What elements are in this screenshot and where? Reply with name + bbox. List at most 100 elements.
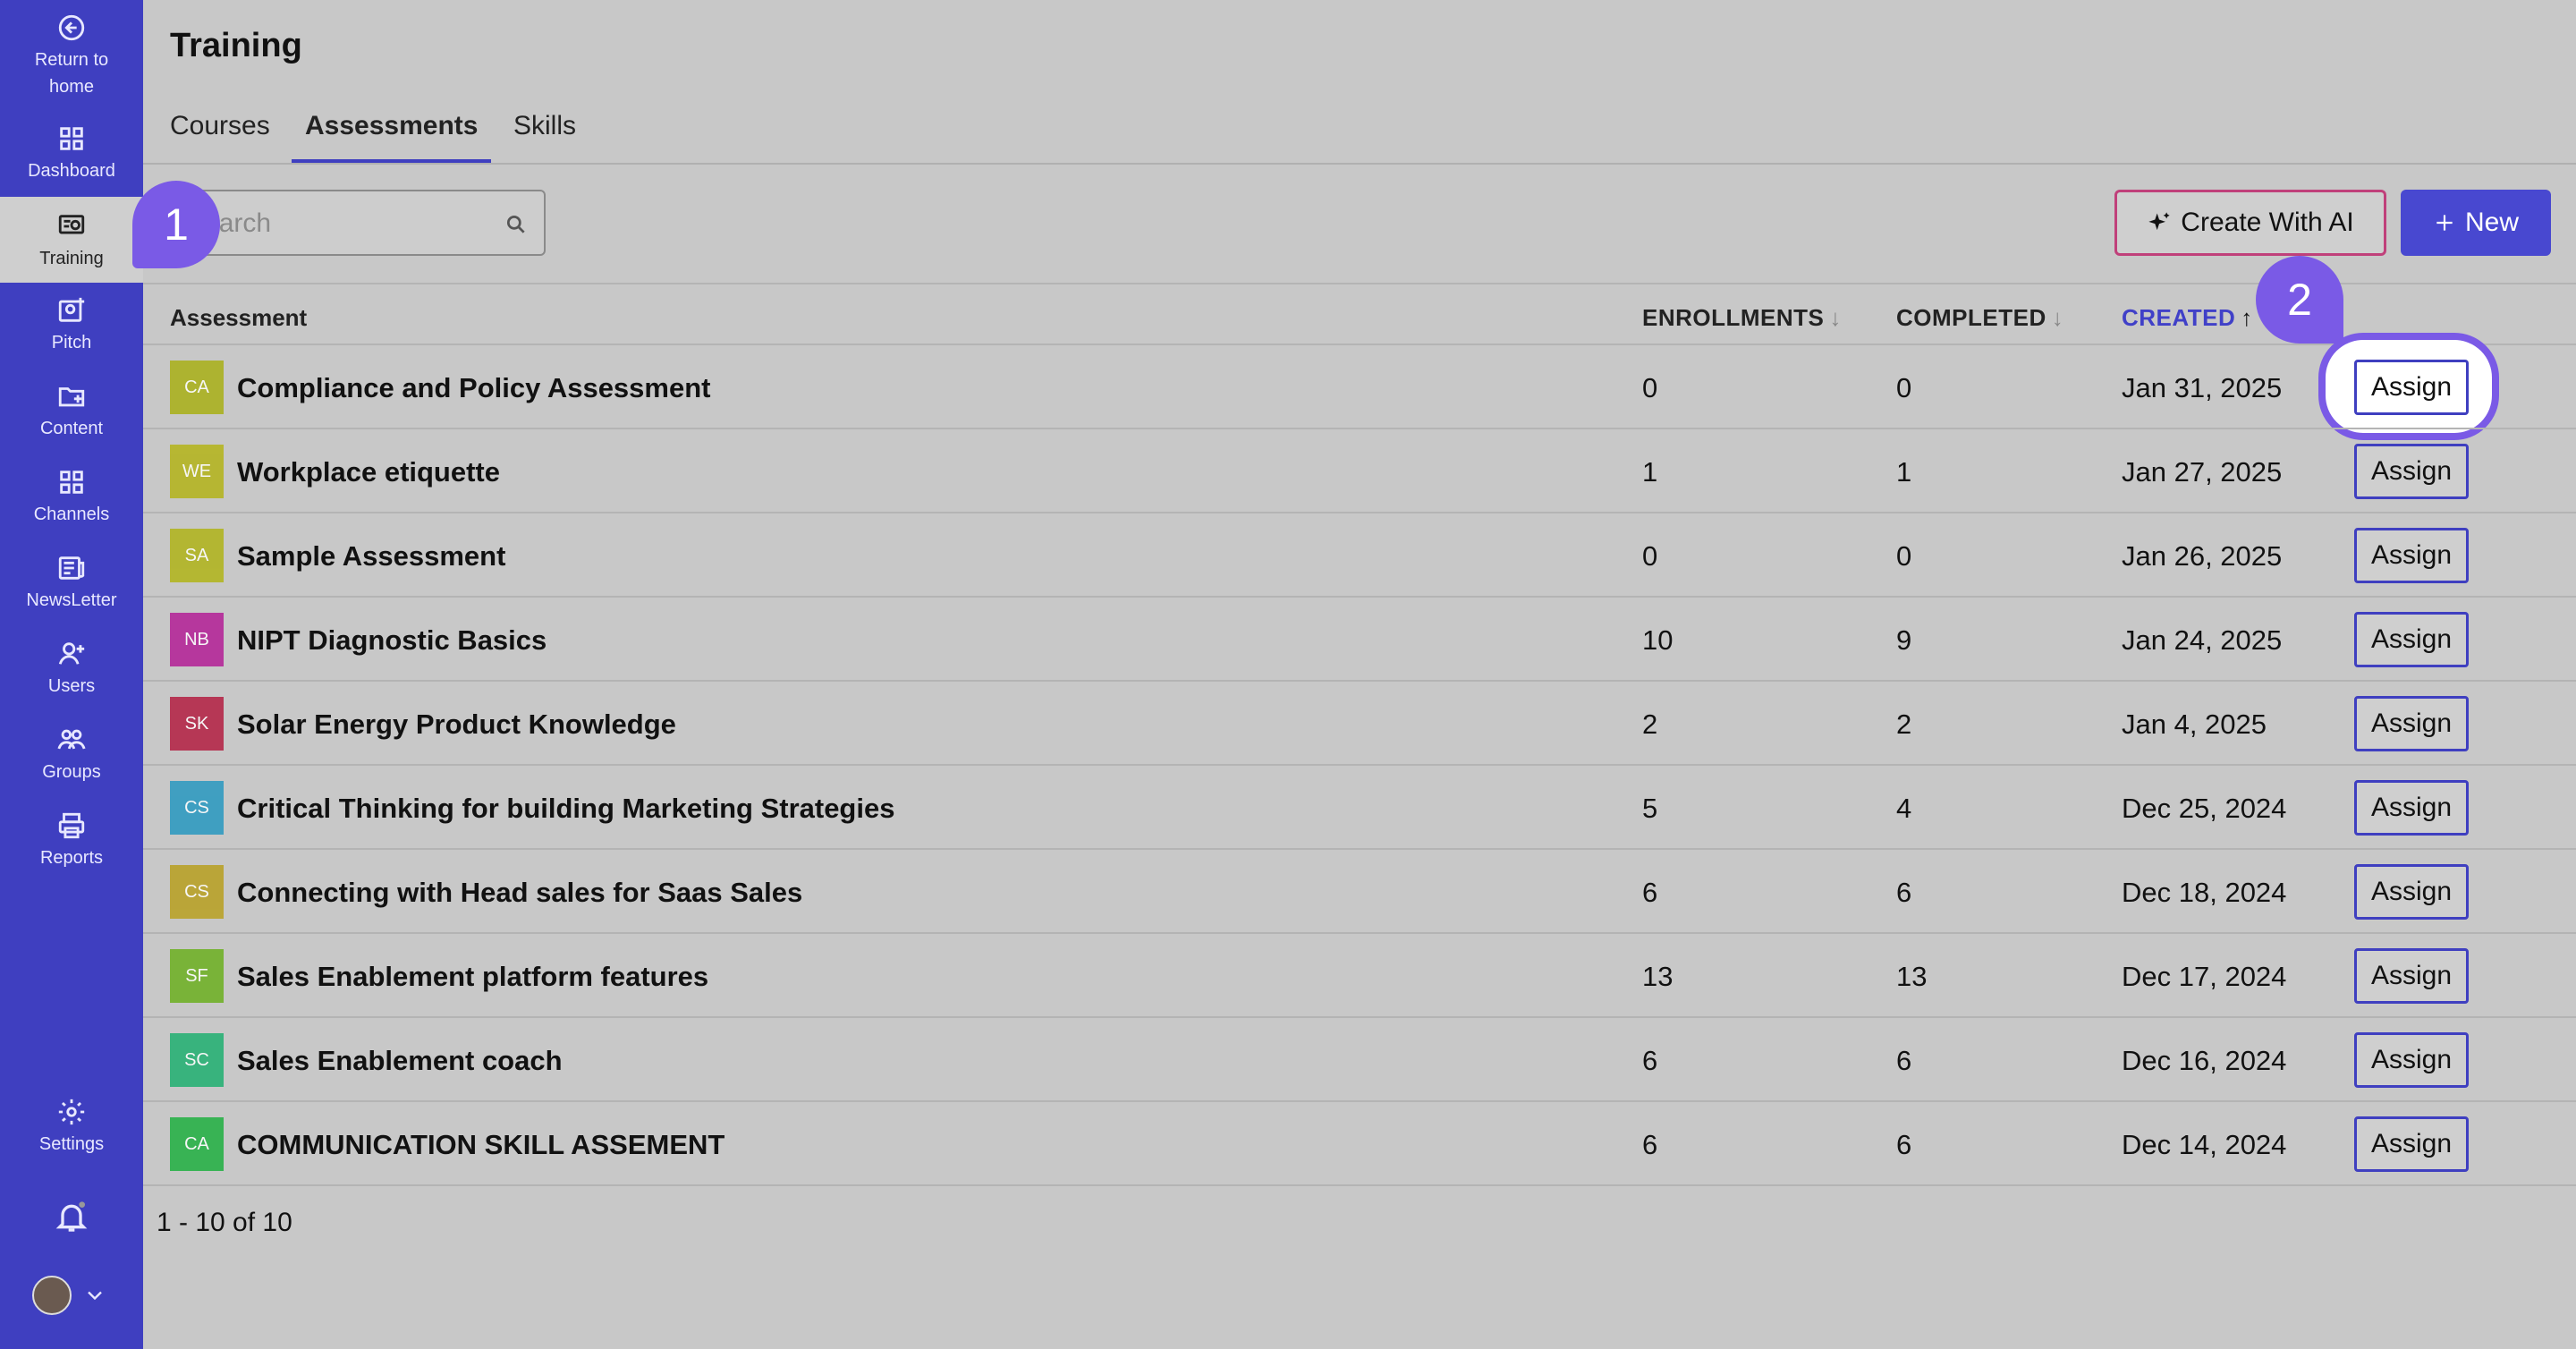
tab-skills[interactable]: Skills	[513, 111, 576, 163]
completed-count: 0	[1896, 372, 1912, 403]
assign-button[interactable]: Assign	[2354, 780, 2469, 836]
table-row[interactable]: SK Solar Energy Product Knowledge 2 2 Jan 4,…	[143, 682, 2576, 766]
assign-button[interactable]: Assign	[2354, 528, 2469, 583]
created-date: Jan 24, 2025	[2122, 624, 2283, 656]
user-plus-icon	[58, 642, 85, 665]
enrollments-count: 6	[1642, 877, 1658, 908]
avatar	[32, 1276, 72, 1315]
enrollments-count: 10	[1642, 624, 1674, 656]
sidebar-item-return-home[interactable]: Return to home	[0, 13, 143, 102]
created-date: Jan 27, 2025	[2122, 456, 2283, 488]
column-header-label: COMPLETED	[1896, 304, 2046, 331]
column-header-enrollments[interactable]: ENROLLMENTS ↓	[1642, 304, 1842, 332]
sidebar-item-label: Groups	[42, 762, 101, 782]
completed-count: 9	[1896, 624, 1912, 656]
tab-courses[interactable]: Courses	[170, 111, 270, 163]
enrollments-count: 5	[1642, 793, 1658, 824]
printer-icon	[58, 812, 85, 839]
grid-icon	[60, 127, 83, 150]
assessment-name[interactable]: Sales Enablement coach	[237, 1045, 563, 1077]
sidebar-item-settings[interactable]: Settings	[0, 1097, 143, 1168]
sidebar-item-training[interactable]: Training	[0, 197, 143, 283]
page-title: Training	[170, 27, 302, 64]
table-row[interactable]: CA COMMUNICATION SKILL ASSEMENT 6 6 Dec 14, …	[143, 1102, 2576, 1186]
tab-assessments[interactable]: Assessments	[292, 111, 492, 163]
training-icon	[58, 215, 85, 234]
assessment-badge: NB	[170, 613, 224, 666]
sort-arrow-icon: ↓	[2051, 304, 2064, 331]
sidebar-item-label: Return to home	[34, 50, 109, 97]
created-date: Jan 31, 2025	[2122, 372, 2283, 403]
notifications-button[interactable]	[0, 1199, 143, 1252]
assessment-name[interactable]: Compliance and Policy Assessment	[237, 372, 710, 404]
table-row[interactable]: NB NIPT Diagnostic Basics 10 9 Jan 24, 2025 A…	[143, 598, 2576, 682]
created-date: Dec 14, 2024	[2122, 1129, 2287, 1160]
assign-button[interactable]: Assign	[2354, 948, 2469, 1004]
chevron-down-icon	[88, 1291, 102, 1301]
create-with-ai-label: Create With AI	[2181, 208, 2354, 237]
table-row[interactable]: WE Workplace etiquette 1 1 Jan 27, 2025 Assig…	[143, 429, 2576, 513]
created-date: Dec 16, 2024	[2122, 1045, 2287, 1076]
column-header-completed[interactable]: COMPLETED ↓	[1896, 304, 2063, 332]
assign-button[interactable]: Assign	[2354, 1032, 2469, 1088]
arrow-left-circle-icon	[58, 14, 85, 41]
assessment-name[interactable]: NIPT Diagnostic Basics	[237, 624, 547, 657]
sidebar-item-reports[interactable]: Reports	[0, 810, 143, 882]
pitch-icon	[58, 297, 85, 322]
enrollments-count: 13	[1642, 961, 1674, 992]
sidebar-item-users[interactable]: Users	[0, 639, 143, 710]
assign-button[interactable]: Assign	[2354, 360, 2469, 415]
create-with-ai-button[interactable]: Create With AI	[2114, 190, 2386, 256]
table-row[interactable]: CS Connecting with Head sales for Saas Sa…	[143, 850, 2576, 934]
completed-count: 6	[1896, 1045, 1912, 1076]
user-menu[interactable]	[32, 1276, 107, 1315]
assessment-name[interactable]: Sales Enablement platform features	[237, 961, 708, 993]
created-date: Dec 18, 2024	[2122, 877, 2287, 908]
new-label: New	[2464, 208, 2519, 237]
sidebar-item-label: Training	[39, 249, 104, 268]
enrollments-count: 6	[1642, 1045, 1658, 1076]
sidebar-item-groups[interactable]: Groups	[0, 725, 143, 796]
table-row[interactable]: SASample Assessment00Jan 26, 2025Assign⋯	[143, 513, 2576, 598]
tab-bar: Courses Assessments Skills	[143, 93, 2576, 165]
table-row[interactable]: CA Compliance and Policy Assessment 0 0 Jan …	[143, 345, 2576, 429]
sidebar-item-channels[interactable]: Channels	[0, 467, 143, 539]
sidebar-item-dashboard[interactable]: Dashboard	[0, 123, 143, 195]
assign-button[interactable]: Assign	[2354, 1116, 2469, 1172]
sidebar-item-content[interactable]: Content	[0, 381, 143, 453]
created-date: Jan 4, 2025	[2122, 708, 2267, 740]
assign-button[interactable]: Assign	[2354, 696, 2469, 751]
assessment-name[interactable]: Sample Assessment	[237, 540, 505, 573]
table-row[interactable]: SF Sales Enablement platform features 13 13…	[143, 934, 2576, 1018]
sparkle-icon	[2148, 212, 2170, 231]
column-header-assessment[interactable]: Assessment	[170, 304, 307, 332]
new-button[interactable]: New	[2401, 190, 2551, 256]
assign-button[interactable]: Assign	[2354, 864, 2469, 920]
sidebar-item-label: Content	[39, 419, 104, 438]
assessment-name[interactable]: Solar Energy Product Knowledge	[237, 708, 676, 741]
assessment-badge: CS	[170, 781, 224, 835]
assign-button[interactable]: Assign	[2354, 444, 2469, 499]
folder-plus-icon	[58, 387, 85, 407]
gear-icon	[58, 1099, 85, 1125]
column-header-created[interactable]: CREATED ↑	[2122, 304, 2253, 332]
sidebar-item-newsletter[interactable]: NewsLetter	[0, 553, 143, 624]
sidebar-item-pitch[interactable]: Pitch	[0, 295, 143, 367]
created-date: Jan 26, 2025	[2122, 540, 2283, 572]
assessment-badge: SC	[170, 1033, 224, 1087]
table-row[interactable]: CS Critical Thinking for building Marketi…	[143, 766, 2576, 850]
created-date: Dec 17, 2024	[2122, 961, 2287, 992]
assessment-name[interactable]: COMMUNICATION SKILL ASSEMENT	[237, 1129, 724, 1161]
newsletter-icon	[58, 556, 85, 580]
plus-icon	[2436, 215, 2453, 231]
enrollments-count: 1	[1642, 456, 1658, 488]
assign-button[interactable]: Assign	[2354, 612, 2469, 667]
search-input[interactable]	[186, 206, 481, 242]
table-body: CA Compliance and Policy Assessment 0 0 Jan …	[143, 345, 2576, 1186]
assessment-name[interactable]: Critical Thinking for building Marketing…	[237, 793, 894, 825]
assessment-name[interactable]: Connecting with Head sales for Saas Sale…	[237, 877, 802, 909]
enrollments-count: 0	[1642, 540, 1658, 572]
table-row[interactable]: SC Sales Enablement coach 6 6 Dec 16, 2024 As…	[143, 1018, 2576, 1102]
completed-count: 1	[1896, 456, 1912, 488]
assessment-name[interactable]: Workplace etiquette	[237, 456, 500, 488]
